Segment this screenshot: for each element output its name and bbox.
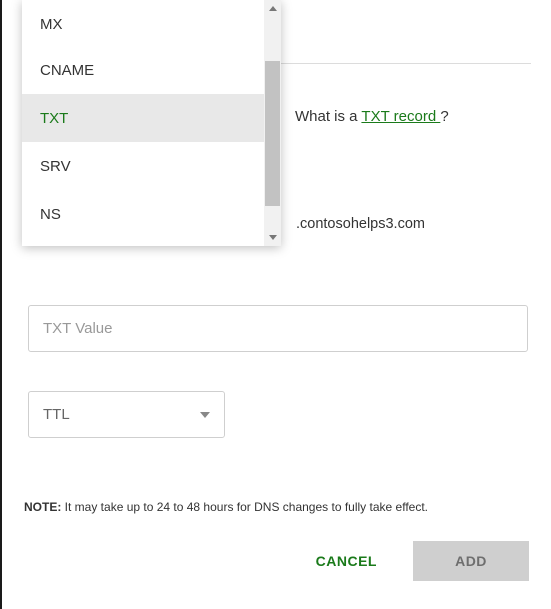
chevron-down-icon bbox=[200, 412, 210, 418]
record-type-option-cname[interactable]: CNAME bbox=[22, 46, 264, 94]
note-label: NOTE: bbox=[24, 500, 61, 514]
dns-propagation-note: NOTE: It may take up to 24 to 48 hours f… bbox=[24, 500, 428, 514]
note-text: It may take up to 24 to 48 hours for DNS… bbox=[61, 500, 428, 514]
ttl-select[interactable]: TTL bbox=[28, 391, 225, 438]
record-type-option-txt[interactable]: TXT bbox=[22, 94, 264, 142]
form-actions: CANCEL ADD bbox=[312, 541, 529, 581]
scroll-track[interactable] bbox=[264, 17, 281, 229]
domain-suffix: .contosohelps3.com bbox=[296, 216, 425, 232]
add-button[interactable]: ADD bbox=[413, 541, 529, 581]
txt-value-input[interactable] bbox=[28, 305, 528, 352]
record-type-option-ns[interactable]: NS bbox=[22, 190, 264, 238]
help-prefix: What is a bbox=[295, 108, 361, 125]
record-help-text: What is a TXT record ? bbox=[295, 108, 449, 125]
dns-record-form: What is a TXT record ? .contosohelps3.co… bbox=[0, 0, 551, 609]
record-type-option-mx[interactable]: MX bbox=[22, 0, 264, 46]
cancel-button[interactable]: CANCEL bbox=[312, 541, 381, 581]
record-type-option-srv[interactable]: SRV bbox=[22, 142, 264, 190]
record-type-dropdown: MX CNAME TXT SRV NS bbox=[22, 0, 281, 246]
record-type-options: MX CNAME TXT SRV NS bbox=[22, 0, 264, 246]
help-suffix: ? bbox=[440, 108, 448, 125]
txt-record-help-link[interactable]: TXT record bbox=[361, 108, 440, 125]
scroll-down-icon[interactable] bbox=[264, 229, 281, 246]
scroll-thumb[interactable] bbox=[265, 61, 280, 206]
ttl-label: TTL bbox=[43, 406, 70, 423]
scroll-up-icon[interactable] bbox=[264, 0, 281, 17]
dropdown-scrollbar[interactable] bbox=[264, 0, 281, 246]
